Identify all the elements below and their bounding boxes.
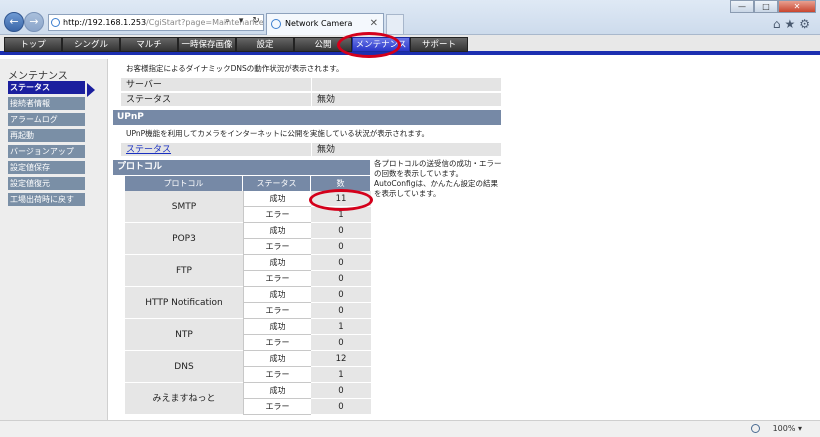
- count-error-http-notification: 0: [311, 303, 371, 319]
- count-error-dns: 1: [311, 367, 371, 383]
- home-favorites-settings-icons[interactable]: ⌂★⚙: [773, 17, 814, 31]
- new-tab-button[interactable]: [386, 14, 404, 34]
- sidebar-item-status[interactable]: ステータス: [8, 81, 85, 95]
- upnp-heading: UPnP: [113, 110, 501, 125]
- tab-network-camera[interactable]: Network Camera ✕: [266, 13, 384, 35]
- status-label-success: 成功: [243, 191, 311, 207]
- count-error-pop3: 0: [311, 239, 371, 255]
- sidebar-item-save-settings[interactable]: 設定値保存: [8, 161, 85, 175]
- col-protocol-header: プロトコル: [125, 176, 243, 191]
- zoom-level[interactable]: 100% ▾: [773, 421, 802, 437]
- main-content: お客様指定によるダイナミックDNSの動作状況が表示されます。 サーバー ステータ…: [108, 59, 820, 420]
- browser-chrome: ← → http://192.168.1.253/CgiStart?page=M…: [0, 0, 820, 35]
- sidebar-item-version-up[interactable]: バージョンアップ: [8, 145, 85, 159]
- protocol-name-smtp: SMTP: [125, 191, 243, 223]
- browser-status-bar: 100% ▾: [0, 420, 820, 437]
- sidebar: メンテナンス ステータス 接続者情報 アラームログ 再起動 バージョンアップ 設…: [0, 59, 108, 420]
- ddns-server-label: サーバー: [121, 78, 311, 92]
- active-arrow-icon: [87, 83, 95, 97]
- nav-single-button[interactable]: シングル: [62, 37, 120, 52]
- sidebar-item-factory-reset[interactable]: 工場出荷時に戻す: [8, 193, 85, 207]
- nav-settings-button[interactable]: 設定: [236, 37, 294, 52]
- upnp-status-label[interactable]: ステータス: [121, 143, 311, 157]
- status-label-success: 成功: [243, 351, 311, 367]
- status-label-error: エラー: [243, 367, 311, 383]
- tab-title: Network Camera: [285, 19, 353, 28]
- count-success-dns: 12: [311, 351, 371, 367]
- ddns-status-value: 無効: [312, 93, 501, 107]
- status-label-error: エラー: [243, 303, 311, 319]
- status-label-success: 成功: [243, 383, 311, 399]
- count-success-miemasu: 0: [311, 383, 371, 399]
- count-error-miemasu: 0: [311, 399, 371, 415]
- status-label-error: エラー: [243, 271, 311, 287]
- tab-close-icon[interactable]: ✕: [370, 14, 378, 34]
- nav-temp-images-button[interactable]: 一時保存画像: [178, 37, 236, 52]
- ddns-status-label: ステータス: [121, 93, 311, 107]
- ie-page-icon: [51, 18, 60, 27]
- count-success-pop3: 0: [311, 223, 371, 239]
- status-label-error: エラー: [243, 399, 311, 415]
- back-button[interactable]: ←: [4, 12, 24, 32]
- protocol-name-http-notification: HTTP Notification: [125, 287, 243, 319]
- upnp-status-link[interactable]: ステータス: [126, 145, 171, 155]
- nav-top-button[interactable]: トップ: [4, 37, 62, 52]
- protocol-name-ftp: FTP: [125, 255, 243, 287]
- zoom-caret-icon: ▾: [797, 424, 802, 433]
- col-count-header: 数: [311, 176, 371, 191]
- nav-multi-button[interactable]: マルチ: [120, 37, 178, 52]
- count-success-ftp: 0: [311, 255, 371, 271]
- protocol-note: 各プロトコルの送受信の成功・エラーの回数を表示しています。AutoConfigは…: [374, 159, 502, 198]
- count-success-ntp: 1: [311, 319, 371, 335]
- forward-button[interactable]: →: [24, 12, 44, 32]
- count-error-ntp: 0: [311, 335, 371, 351]
- zoom-icon[interactable]: [751, 424, 760, 433]
- status-label-error: エラー: [243, 335, 311, 351]
- tab-favicon-icon: [271, 19, 281, 29]
- minimize-icon[interactable]: —: [730, 0, 754, 13]
- zoom-value: 100%: [772, 424, 796, 433]
- status-label-success: 成功: [243, 287, 311, 303]
- protocol-name-ntp: NTP: [125, 319, 243, 351]
- address-host: http://192.168.1.253: [63, 18, 147, 27]
- upnp-status-value: 無効: [312, 143, 501, 157]
- upnp-description: UPnP機能を利用してカメラをインターネットに公開を実施している状況が表示されま…: [126, 129, 429, 138]
- status-label-error: エラー: [243, 239, 311, 255]
- nav-support-button[interactable]: サポート: [410, 37, 468, 52]
- ddns-server-value: [312, 78, 501, 92]
- maximize-icon[interactable]: □: [754, 0, 778, 13]
- count-success-smtp: 11: [311, 191, 371, 207]
- sidebar-item-alarm-log[interactable]: アラームログ: [8, 113, 85, 127]
- count-error-smtp: 1: [311, 207, 371, 223]
- protocol-name-dns: DNS: [125, 351, 243, 383]
- sidebar-item-connected-users[interactable]: 接続者情報: [8, 97, 85, 111]
- status-label-error: エラー: [243, 207, 311, 223]
- ddns-description: お客様指定によるダイナミックDNSの動作状況が表示されます。: [126, 64, 344, 73]
- protocol-name-miemasu: みえますねっと: [125, 383, 243, 415]
- top-navigation: トップ シングル マルチ 一時保存画像 設定 公開 メンテナンス サポート: [0, 35, 820, 55]
- close-window-icon[interactable]: ✕: [778, 0, 816, 13]
- nav-maintenance-button[interactable]: メンテナンス: [352, 37, 410, 52]
- status-label-success: 成功: [243, 255, 311, 271]
- nav-public-button[interactable]: 公開: [294, 37, 352, 52]
- protocol-heading: プロトコル: [113, 160, 370, 175]
- count-error-ftp: 0: [311, 271, 371, 287]
- count-success-http-notification: 0: [311, 287, 371, 303]
- col-status-header: ステータス: [243, 176, 311, 191]
- status-label-success: 成功: [243, 319, 311, 335]
- window-controls: — □ ✕: [730, 0, 816, 13]
- sidebar-title: メンテナンス: [8, 71, 68, 82]
- status-label-success: 成功: [243, 223, 311, 239]
- protocol-name-pop3: POP3: [125, 223, 243, 255]
- sidebar-item-restore-settings[interactable]: 設定値復元: [8, 177, 85, 191]
- sidebar-item-reboot[interactable]: 再起動: [8, 129, 85, 143]
